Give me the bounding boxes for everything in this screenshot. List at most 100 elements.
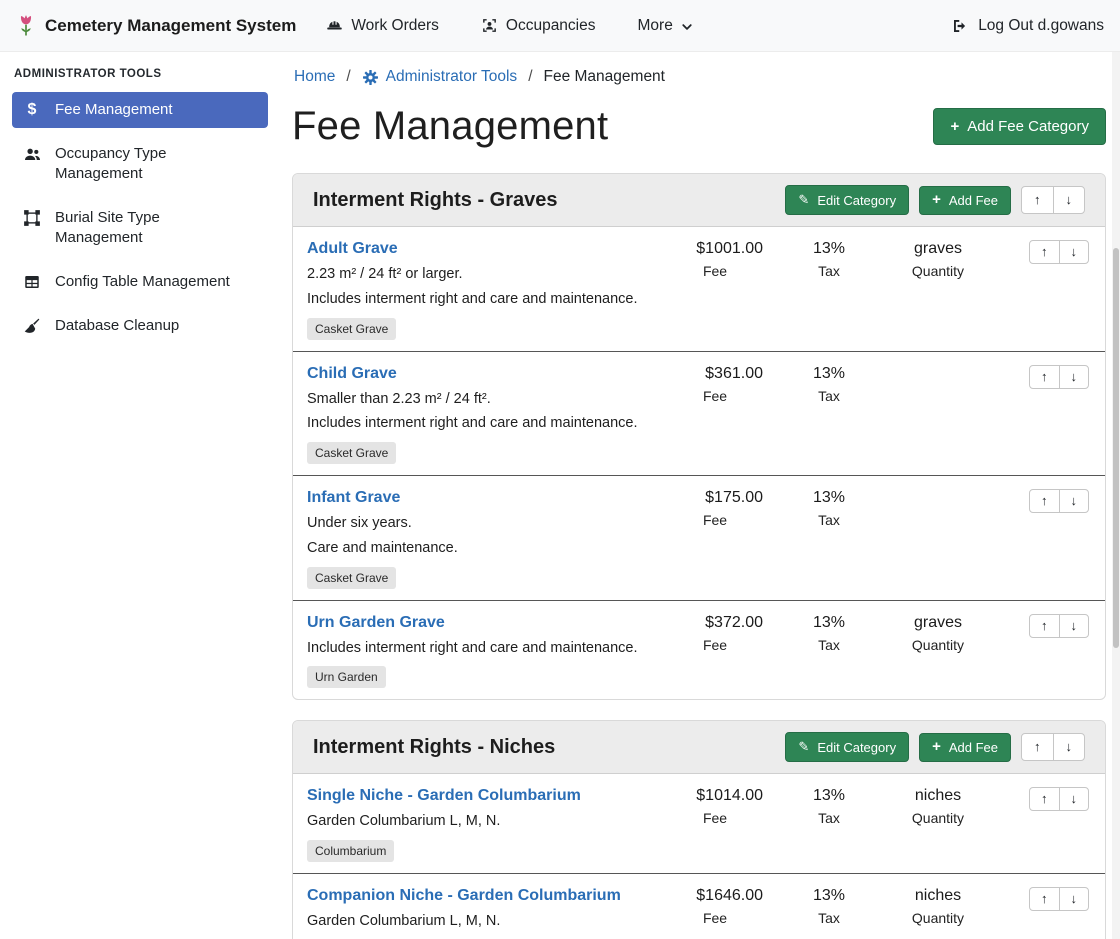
- fee-row-child-grave: Child Grave Smaller than 2.23 m² / 24 ft…: [293, 351, 1105, 476]
- edit-category-label: Edit Category: [817, 193, 896, 208]
- breadcrumb-home-link[interactable]: Home: [294, 68, 335, 86]
- breadcrumb-admin-tools-link[interactable]: Administrator Tools: [386, 68, 518, 86]
- category-move-up-button[interactable]: ↑: [1021, 186, 1054, 214]
- quantity-value: niches: [883, 787, 993, 806]
- fee-move-up-button[interactable]: ↑: [1029, 365, 1060, 389]
- quantity-label: Quantity: [883, 637, 993, 653]
- add-fee-category-button[interactable]: + Add Fee Category: [933, 108, 1106, 145]
- arrow-down-icon: ↓: [1071, 245, 1078, 259]
- arrow-up-icon: ↑: [1034, 740, 1041, 754]
- sidebar-item-label: Occupancy Type Management: [55, 144, 235, 184]
- page-title: Fee Management: [292, 104, 608, 149]
- fee-move-down-button[interactable]: ↓: [1059, 787, 1090, 811]
- quantity-col: [883, 365, 993, 388]
- breadcrumb-separator: /: [528, 68, 532, 86]
- quantity-col: niches Quantity: [883, 787, 993, 826]
- fee-label: Fee: [655, 388, 775, 404]
- nav-item-work-orders[interactable]: Work Orders: [326, 17, 439, 35]
- tax-col: 13% Tax: [779, 787, 879, 826]
- fee-reorder-group: ↑ ↓: [1029, 787, 1089, 811]
- tax-value: 13%: [779, 787, 879, 806]
- arrow-down-icon: ↓: [1066, 193, 1073, 207]
- fee-amount-col: $372.00 Fee: [655, 614, 775, 653]
- fee-name-link[interactable]: Infant Grave: [307, 489, 651, 507]
- app-brand[interactable]: Cemetery Management System: [16, 13, 296, 38]
- sidebar: ADMINISTRATOR TOOLS $ Fee Management Occ…: [0, 52, 280, 939]
- top-navbar: Cemetery Management System Work Orders O…: [0, 0, 1120, 52]
- tax-value: 13%: [779, 614, 879, 633]
- nav-item-more[interactable]: More: [638, 17, 693, 35]
- tax-col: 13% Tax: [779, 365, 879, 404]
- quantity-value: [883, 365, 993, 384]
- nav-label-more: More: [638, 17, 673, 35]
- quantity-label: Quantity: [883, 910, 993, 926]
- add-fee-button[interactable]: + Add Fee: [919, 733, 1011, 762]
- fee-type-badge: Urn Garden: [307, 666, 386, 688]
- fee-move-down-button[interactable]: ↓: [1059, 365, 1090, 389]
- fee-move-up-button[interactable]: ↑: [1029, 787, 1060, 811]
- edit-category-label: Edit Category: [817, 740, 896, 755]
- fee-move-up-button[interactable]: ↑: [1029, 887, 1060, 911]
- nav-item-occupancies[interactable]: Occupancies: [481, 17, 596, 35]
- fee-move-up-button[interactable]: ↑: [1029, 614, 1060, 638]
- fee-move-down-button[interactable]: ↓: [1059, 887, 1090, 911]
- fee-move-down-button[interactable]: ↓: [1059, 240, 1090, 264]
- arrow-up-icon: ↑: [1041, 619, 1048, 633]
- category-card-graves: Interment Rights - Graves ✎ Edit Categor…: [292, 173, 1106, 700]
- sidebar-item-config-table-management[interactable]: Config Table Management: [12, 264, 268, 300]
- occupancy-icon: [481, 17, 498, 34]
- arrow-down-icon: ↓: [1066, 740, 1073, 754]
- tax-label: Tax: [779, 388, 879, 404]
- vertical-scrollbar[interactable]: [1112, 52, 1120, 939]
- fee-move-down-button[interactable]: ↓: [1059, 614, 1090, 638]
- quantity-col: graves Quantity: [883, 240, 993, 279]
- scrollbar-thumb[interactable]: [1113, 248, 1119, 648]
- fee-name-link[interactable]: Companion Niche - Garden Columbarium: [307, 887, 651, 905]
- edit-category-button[interactable]: ✎ Edit Category: [785, 185, 909, 215]
- add-fee-button[interactable]: + Add Fee: [919, 186, 1011, 215]
- main-content: Home /: [280, 52, 1120, 939]
- sidebar-item-occupancy-type-management[interactable]: Occupancy Type Management: [12, 136, 268, 192]
- fee-label: Fee: [655, 910, 775, 926]
- sidebar-item-burial-site-type-management[interactable]: Burial Site Type Management: [12, 200, 268, 256]
- fee-description: Garden Columbarium L, M, N.: [307, 911, 651, 933]
- fee-reorder-group: ↑ ↓: [1029, 240, 1089, 264]
- fee-move-up-button[interactable]: ↑: [1029, 240, 1060, 264]
- fee-label: Fee: [655, 637, 775, 653]
- arrow-up-icon: ↑: [1041, 245, 1048, 259]
- pencil-icon: ✎: [798, 739, 809, 755]
- quantity-col: graves Quantity: [883, 614, 993, 653]
- category-move-down-button[interactable]: ↓: [1053, 733, 1086, 761]
- arrow-up-icon: ↑: [1041, 792, 1048, 806]
- fee-name-link[interactable]: Single Niche - Garden Columbarium: [307, 787, 651, 805]
- table-icon: [22, 273, 42, 291]
- fee-label: Fee: [655, 810, 775, 826]
- logout-button[interactable]: Log Out d.gowans: [951, 17, 1104, 35]
- category-header: Interment Rights - Graves ✎ Edit Categor…: [293, 174, 1105, 227]
- fee-reorder-group: ↑ ↓: [1029, 887, 1089, 911]
- arrow-down-icon: ↓: [1071, 892, 1078, 906]
- fee-label: Fee: [655, 512, 775, 528]
- fee-move-down-button[interactable]: ↓: [1059, 489, 1090, 513]
- fee-name-link[interactable]: Child Grave: [307, 365, 651, 383]
- category-move-up-button[interactable]: ↑: [1021, 733, 1054, 761]
- fee-row-infant-grave: Infant Grave Under six years. Care and m…: [293, 475, 1105, 600]
- category-move-down-button[interactable]: ↓: [1053, 186, 1086, 214]
- fee-info: Infant Grave Under six years. Care and m…: [307, 489, 651, 589]
- add-fee-label: Add Fee: [949, 740, 998, 755]
- fee-description: Includes interment right and care and ma…: [307, 638, 651, 660]
- fee-name-link[interactable]: Urn Garden Grave: [307, 614, 651, 632]
- category-fee-list: Single Niche - Garden Columbarium Garden…: [293, 774, 1105, 939]
- category-title: Interment Rights - Niches: [313, 736, 555, 759]
- fee-name-link[interactable]: Adult Grave: [307, 240, 651, 258]
- fee-move-up-button[interactable]: ↑: [1029, 489, 1060, 513]
- sidebar-item-fee-management[interactable]: $ Fee Management: [12, 92, 268, 128]
- edit-category-button[interactable]: ✎ Edit Category: [785, 732, 909, 762]
- category-title: Interment Rights - Graves: [313, 189, 558, 212]
- sidebar-item-database-cleanup[interactable]: Database Cleanup: [12, 308, 268, 344]
- arrow-up-icon: ↑: [1041, 370, 1048, 384]
- tax-col: 13% Tax: [779, 489, 879, 528]
- fee-value: $372.00: [655, 614, 775, 633]
- pencil-icon: ✎: [798, 192, 809, 208]
- tax-value: 13%: [779, 365, 879, 384]
